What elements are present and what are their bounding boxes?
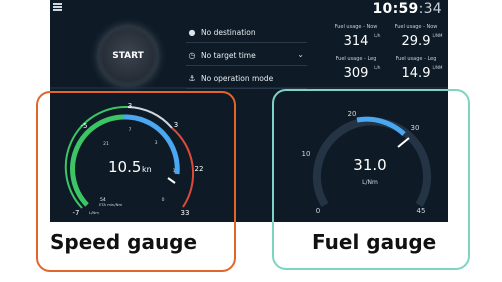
speed-gauge-caption: Speed gauge [50, 230, 198, 254]
fuel-gauge-caption: Fuel gauge [312, 230, 437, 254]
annotated-screenshot: 10:59:34 START ● No destination ◷ No tar… [0, 0, 502, 282]
